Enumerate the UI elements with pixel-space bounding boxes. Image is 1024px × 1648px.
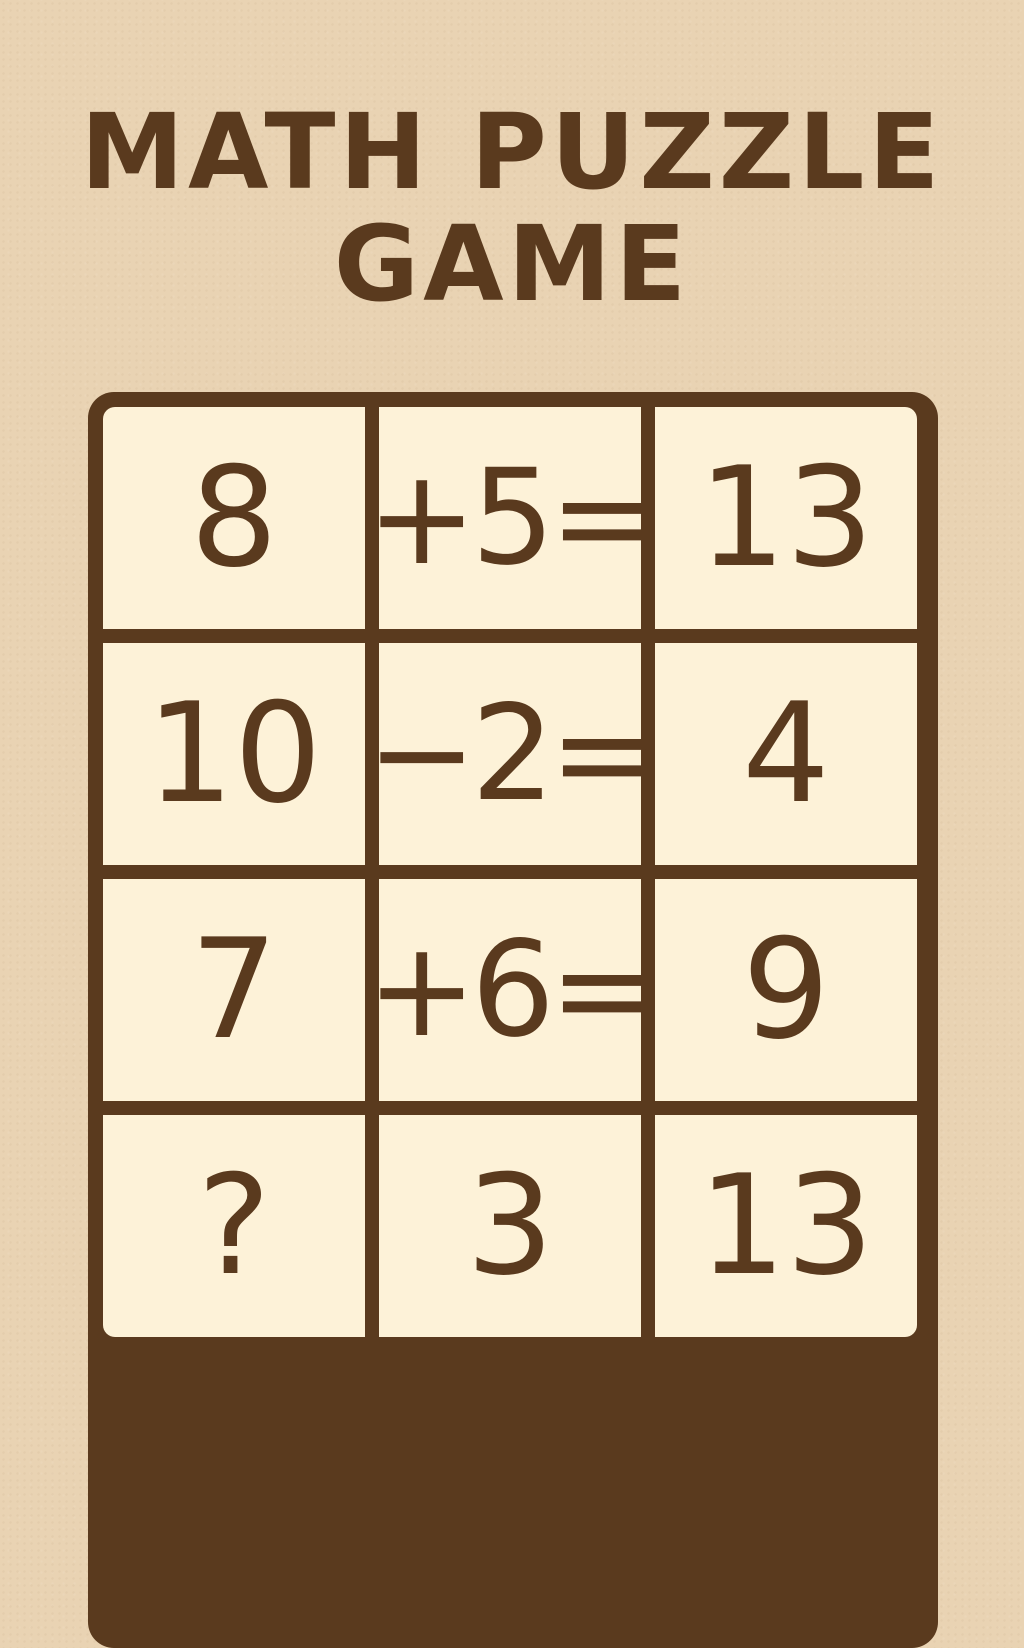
cell-r4-c3: 13 xyxy=(655,1115,917,1337)
cell-r3-c2: +6= xyxy=(366,879,660,1101)
cell-r4-c2: 3 xyxy=(379,1115,641,1337)
title-line-2: GAME xyxy=(333,203,691,325)
cell-r1-c1: 8 xyxy=(103,407,365,629)
cell-r1-c3: 13 xyxy=(655,407,917,629)
puzzle-grid: 8 +5= 13 10 −2= 4 7 +6= 9 ? 3 13 xyxy=(88,392,938,1648)
cell-r2-c1: 10 xyxy=(103,643,365,865)
cell-r3-c3: 9 xyxy=(655,879,917,1101)
answer-cell-unknown[interactable]: ? xyxy=(103,1115,365,1337)
game-title: MATH PUZZLE GAME xyxy=(0,96,1024,320)
cell-r2-c3: 4 xyxy=(655,643,917,865)
title-line-1: MATH PUZZLE xyxy=(80,91,944,213)
cell-r3-c1: 7 xyxy=(103,879,365,1101)
cell-r1-c2: +5= xyxy=(366,407,660,629)
cell-r2-c2: −2= xyxy=(366,643,660,865)
